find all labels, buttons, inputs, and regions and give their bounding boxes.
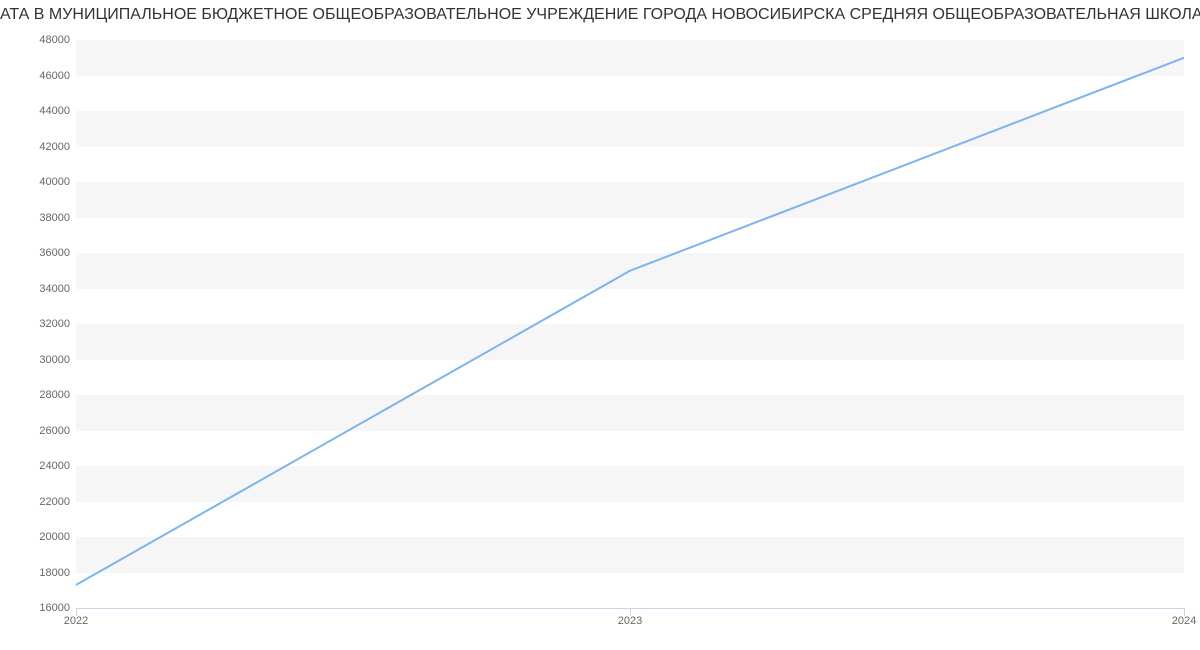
grid-band xyxy=(76,395,1184,431)
grid-band xyxy=(76,182,1184,218)
y-axis-tick-label: 18000 xyxy=(10,567,70,579)
x-axis-tick xyxy=(630,608,631,616)
y-axis-tick-label: 30000 xyxy=(10,354,70,366)
y-axis-tick-label: 22000 xyxy=(10,496,70,508)
y-axis-tick-label: 46000 xyxy=(10,70,70,82)
x-axis-tick xyxy=(1184,608,1185,616)
y-axis-tick-label: 26000 xyxy=(10,425,70,437)
y-axis-tick-label: 16000 xyxy=(10,602,70,614)
y-axis-tick-label: 34000 xyxy=(10,283,70,295)
y-axis-tick-label: 24000 xyxy=(10,460,70,472)
grid-band xyxy=(76,324,1184,360)
y-axis-tick-label: 36000 xyxy=(10,247,70,259)
chart-title: АТА В МУНИЦИПАЛЬНОЕ БЮДЖЕТНОЕ ОБЩЕОБРАЗО… xyxy=(0,6,1200,24)
x-axis-tick xyxy=(76,608,77,616)
y-axis-tick-label: 38000 xyxy=(10,212,70,224)
x-axis-tick-label: 2024 xyxy=(1172,615,1196,627)
y-axis-tick-label: 48000 xyxy=(10,34,70,46)
grid-band xyxy=(76,253,1184,289)
y-axis-tick-label: 44000 xyxy=(10,105,70,117)
plot-area xyxy=(76,40,1184,608)
grid-band xyxy=(76,537,1184,573)
grid-band xyxy=(76,40,1184,76)
y-axis-tick-label: 42000 xyxy=(10,141,70,153)
x-axis-tick-label: 2023 xyxy=(618,615,642,627)
y-axis-tick-label: 32000 xyxy=(10,318,70,330)
y-axis-tick-label: 40000 xyxy=(10,176,70,188)
grid-band xyxy=(76,111,1184,147)
chart-container: АТА В МУНИЦИПАЛЬНОЕ БЮДЖЕТНОЕ ОБЩЕОБРАЗО… xyxy=(0,0,1200,650)
grid-band xyxy=(76,466,1184,502)
x-axis-tick-label: 2022 xyxy=(64,615,88,627)
y-axis-tick-label: 28000 xyxy=(10,389,70,401)
y-axis-tick-label: 20000 xyxy=(10,531,70,543)
